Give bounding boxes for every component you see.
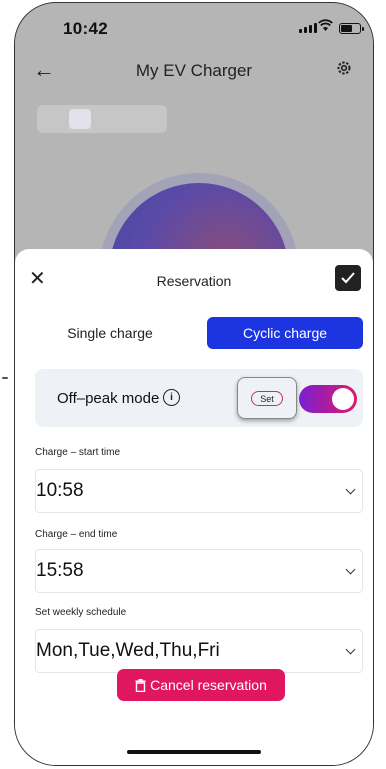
chevron-down-icon	[345, 484, 356, 495]
wifi-icon	[318, 19, 333, 31]
tab-cyclic-charge[interactable]: Cyclic charge	[207, 317, 363, 349]
trash-icon	[135, 679, 146, 692]
sheet-title: Reservation	[156, 273, 232, 289]
signal-icon	[299, 23, 317, 33]
app-title: My EV Charger	[135, 61, 253, 80]
weekly-schedule-select[interactable]: Mon,Tue,Wed,Thu,Fri	[35, 629, 363, 673]
weekly-schedule-value: Mon,Tue,Wed,Thu,Fri	[36, 640, 220, 661]
off-peak-row: Off–peak mode i Set	[35, 369, 363, 427]
phone-frame: 10:42 ← My EV Charger ✕ Reservation Sing…	[14, 2, 374, 766]
reservation-sheet: ✕ Reservation Single charge Cyclic charg…	[15, 249, 373, 765]
cancel-reservation-button[interactable]: Cancel reservation	[117, 669, 285, 701]
weekly-schedule-label: Set weekly schedule	[35, 607, 127, 618]
battery-icon	[339, 23, 364, 34]
status-time: 10:42	[63, 19, 108, 38]
connectivity-indicators	[37, 105, 167, 133]
end-time-select[interactable]: 15:58	[35, 549, 363, 593]
chevron-down-icon	[345, 644, 356, 655]
home-indicator	[127, 750, 261, 754]
start-time-value: 10:58	[36, 480, 84, 501]
start-time-select[interactable]: 10:58	[35, 469, 363, 513]
info-icon[interactable]: i	[163, 389, 180, 406]
check-icon	[341, 272, 355, 284]
toggle-knob	[332, 388, 354, 410]
gear-icon[interactable]	[335, 59, 353, 77]
tab-single-charge[interactable]: Single charge	[27, 317, 193, 349]
status-bar: 10:42	[15, 3, 373, 43]
cancel-reservation-label: Cancel reservation	[150, 677, 267, 693]
chevron-down-icon	[345, 564, 356, 575]
charge-type-tabs: Single charge Cyclic charge	[27, 317, 363, 349]
set-button-highlight: Set	[237, 377, 297, 419]
wifi-active-indicator	[69, 109, 91, 129]
start-time-label: Charge – start time	[35, 447, 121, 458]
app-header: ← My EV Charger	[15, 55, 373, 87]
off-peak-label: Off–peak mode	[57, 390, 160, 407]
off-peak-toggle[interactable]	[299, 385, 357, 413]
end-time-label: Charge – end time	[35, 529, 118, 540]
side-marker	[2, 377, 8, 379]
set-button[interactable]: Set	[251, 391, 283, 406]
confirm-button[interactable]	[335, 265, 361, 291]
end-time-value: 15:58	[36, 560, 84, 581]
